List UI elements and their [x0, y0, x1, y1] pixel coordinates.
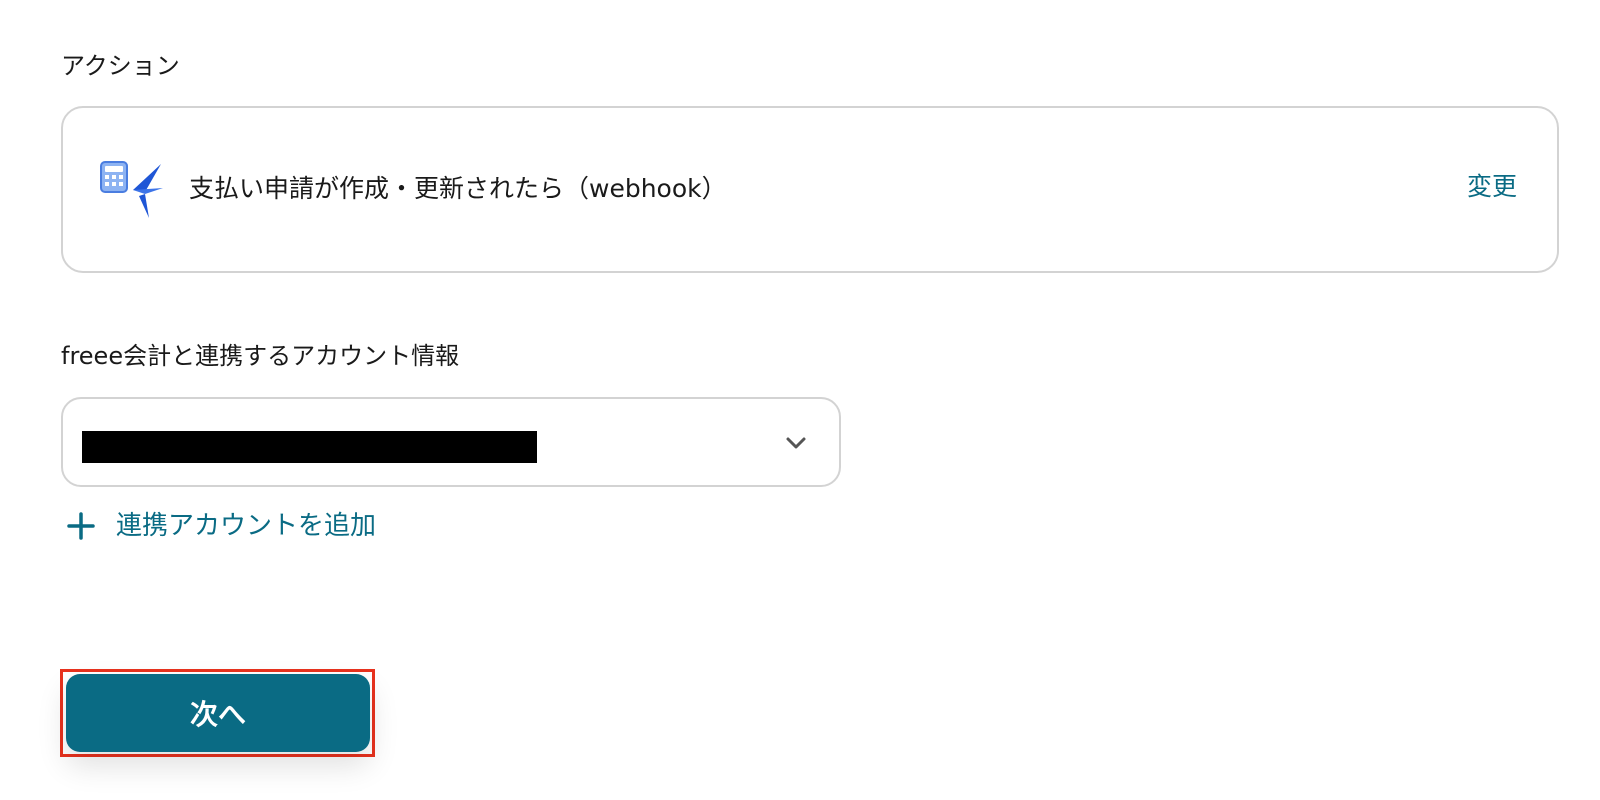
change-action-link[interactable]: 変更 [1467, 170, 1517, 204]
redacted-account-value [82, 431, 537, 463]
action-card: 支払い申請が作成・更新されたら（webhook） 変更 [61, 106, 1559, 273]
chevron-down-icon [783, 433, 809, 453]
account-select[interactable] [61, 397, 841, 487]
next-button[interactable]: 次へ [66, 674, 370, 752]
freee-accounting-app-icon [99, 160, 165, 220]
add-account-label: 連携アカウントを追加 [116, 511, 377, 541]
action-trigger-title: 支払い申請が作成・更新されたら（webhook） [189, 174, 727, 203]
add-account-link[interactable]: 連携アカウントを追加 [66, 506, 376, 546]
action-section-label: アクション [61, 52, 180, 80]
account-section-label: freee会計と連携するアカウント情報 [61, 342, 460, 370]
page: アクション 支払い申請が作成・更新されたら（webhook） 変更 freee会… [0, 0, 1600, 800]
plus-icon [66, 511, 96, 541]
